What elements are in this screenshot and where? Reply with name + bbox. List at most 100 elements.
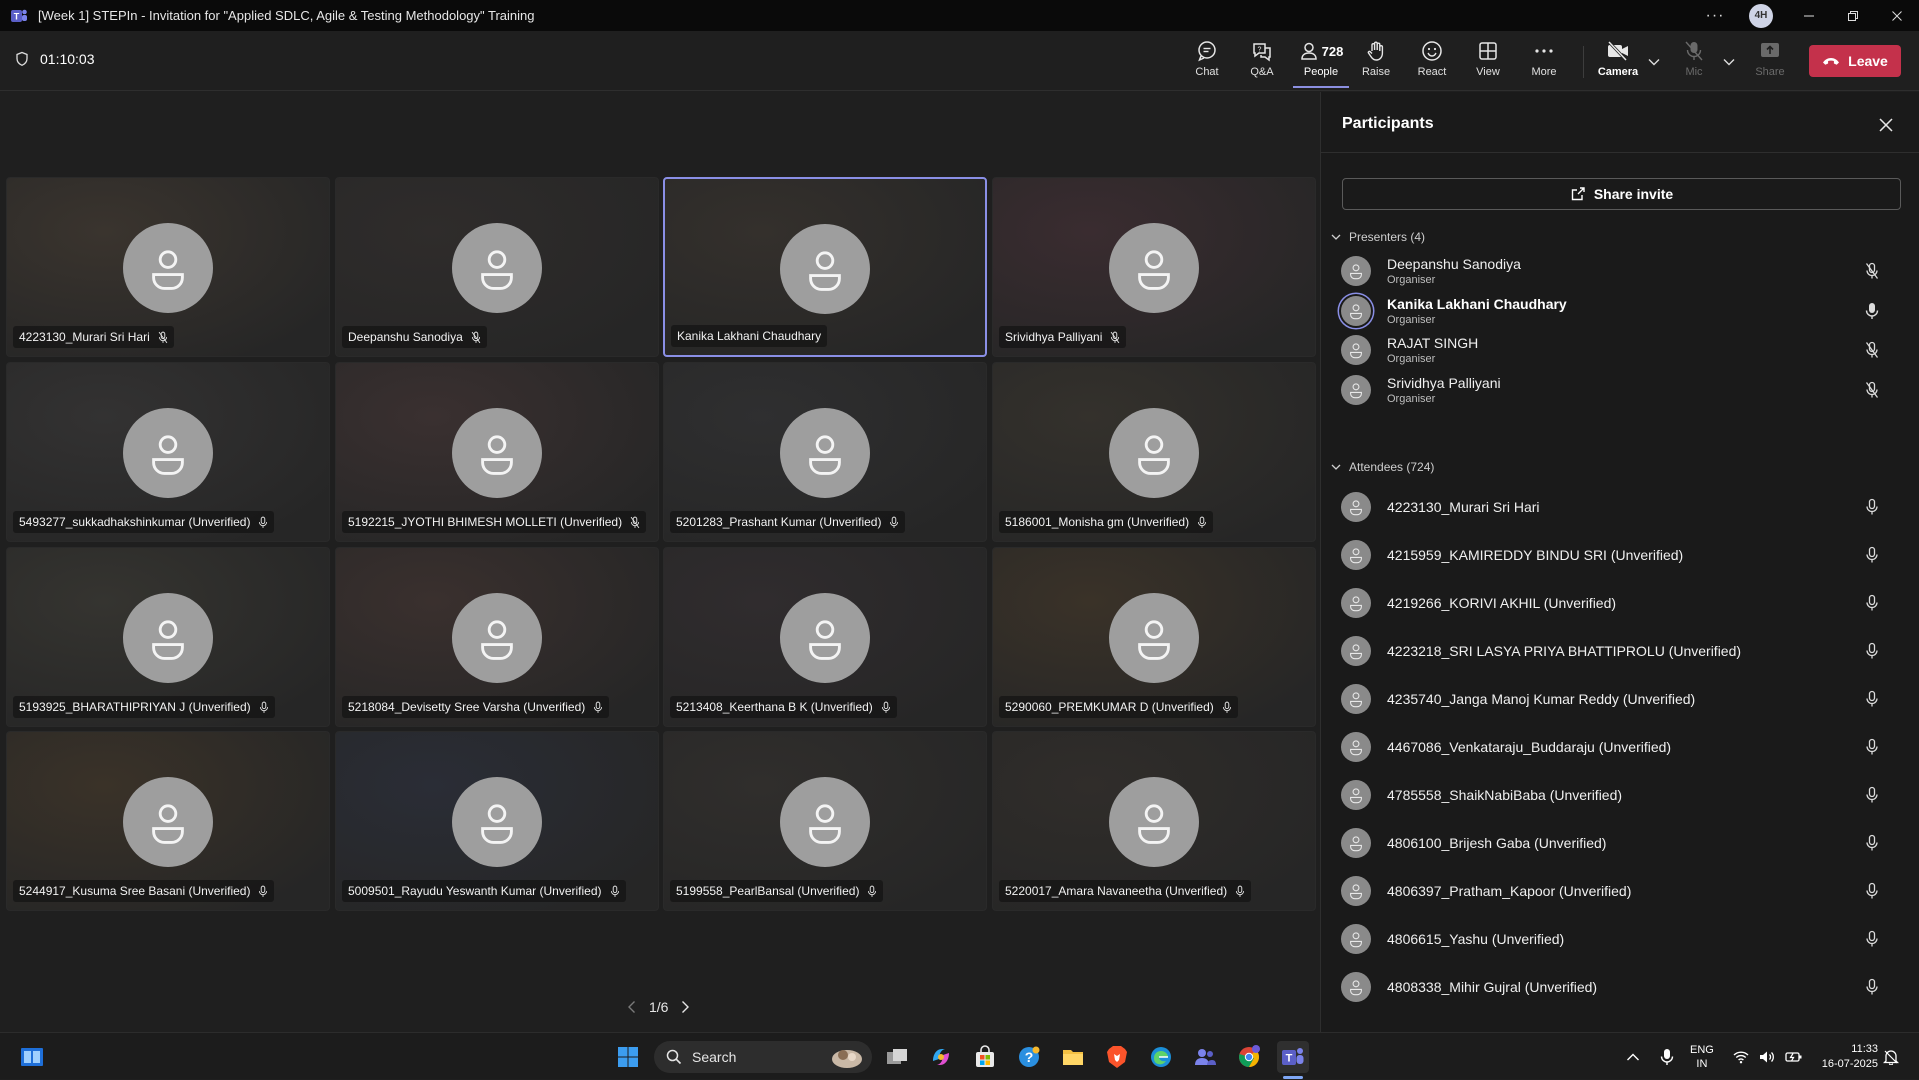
- quick-settings[interactable]: [1733, 1033, 1803, 1080]
- video-tile[interactable]: 5193925_BHARATHIPRIYAN J (Unverified): [6, 547, 330, 727]
- attendee-row[interactable]: 4215959_KAMIREDDY BINDU SRI (Unverified): [1341, 532, 1901, 578]
- store-button[interactable]: [969, 1041, 1001, 1073]
- video-tile[interactable]: 5192215_JYOTHI BHIMESH MOLLETI (Unverifi…: [335, 362, 659, 542]
- edge-browser-button[interactable]: [1145, 1041, 1177, 1073]
- chat-button[interactable]: Chat: [1181, 38, 1233, 88]
- qa-button[interactable]: ? Q&A: [1236, 38, 1288, 88]
- notification-bell-icon: [1883, 1049, 1899, 1065]
- react-button[interactable]: React: [1406, 38, 1458, 88]
- brave-lion-icon: [1107, 1046, 1127, 1068]
- attendee-row[interactable]: 4223218_SRI LASYA PRIYA BHATTIPROLU (Unv…: [1341, 628, 1901, 674]
- view-button[interactable]: View: [1462, 38, 1514, 88]
- minimize-button[interactable]: [1787, 0, 1831, 31]
- chrome-browser-button[interactable]: [1233, 1041, 1265, 1073]
- mic-options-chevron[interactable]: [1720, 53, 1738, 71]
- video-tile[interactable]: 5218084_Devisetty Sree Varsha (Unverifie…: [335, 547, 659, 727]
- people-icon: [1300, 42, 1317, 60]
- person-icon: [481, 250, 513, 290]
- teams-free-button[interactable]: [1189, 1041, 1221, 1073]
- show-hidden-icons-icon[interactable]: [1626, 1052, 1640, 1062]
- presenter-row[interactable]: Srividhya Palliyani Organiser: [1341, 367, 1901, 413]
- participant-avatar: [1341, 588, 1371, 618]
- microphone-in-use-icon[interactable]: [1660, 1048, 1674, 1066]
- video-tile[interactable]: Kanika Lakhani Chaudhary: [663, 177, 987, 357]
- presenter-role: Organiser: [1387, 392, 1436, 405]
- start-button[interactable]: [612, 1041, 644, 1073]
- attendee-row[interactable]: 4806397_Pratham_Kapoor (Unverified): [1341, 868, 1901, 914]
- restore-button[interactable]: [1831, 0, 1875, 31]
- attendee-row[interactable]: 4785558_ShaikNabiBaba (Unverified): [1341, 772, 1901, 818]
- video-tile[interactable]: Deepanshu Sanodiya: [335, 177, 659, 357]
- video-tile[interactable]: 5009501_Rayudu Yeswanth Kumar (Unverifie…: [335, 731, 659, 911]
- attendee-row[interactable]: 4219266_KORIVI AKHIL (Unverified): [1341, 580, 1901, 626]
- copilot-button[interactable]: [925, 1041, 957, 1073]
- file-explorer-button[interactable]: [1057, 1041, 1089, 1073]
- presenter-name: RAJAT SINGH: [1387, 335, 1479, 351]
- brave-browser-button[interactable]: [1101, 1041, 1133, 1073]
- close-panel-icon[interactable]: [1876, 115, 1896, 135]
- person-icon: [481, 435, 513, 475]
- mic-label: Mic: [1685, 66, 1703, 78]
- video-tile[interactable]: Srividhya Palliyani: [992, 177, 1316, 357]
- more-button[interactable]: More: [1518, 38, 1570, 88]
- presenters-label: Presenters (4): [1349, 230, 1426, 244]
- attendee-row[interactable]: 4467086_Venkataraju_Buddaraju (Unverifie…: [1341, 724, 1901, 770]
- attendees-section-header[interactable]: Attendees (724): [1331, 460, 1434, 474]
- notifications-button[interactable]: [1883, 1033, 1899, 1080]
- toolbar-divider: [1583, 46, 1584, 78]
- attendee-row[interactable]: 4223130_Murari Sri Hari: [1341, 484, 1901, 530]
- attendee-row[interactable]: 4235740_Janga Manoj Kumar Reddy (Unverif…: [1341, 676, 1901, 722]
- video-tile[interactable]: 5220017_Amara Navaneetha (Unverified): [992, 731, 1316, 911]
- task-view-button[interactable]: [881, 1041, 913, 1073]
- mic-button[interactable]: Mic: [1668, 38, 1720, 88]
- taskbar-search[interactable]: Search: [654, 1041, 872, 1073]
- get-help-button[interactable]: ?: [1013, 1041, 1045, 1073]
- leave-button[interactable]: Leave: [1809, 45, 1901, 77]
- video-tile[interactable]: 5201283_Prashant Kumar (Unverified): [663, 362, 987, 542]
- participant-avatar: [123, 593, 213, 683]
- close-window-button[interactable]: [1875, 0, 1919, 31]
- video-tile[interactable]: 5213408_Keerthana B K (Unverified): [663, 547, 987, 727]
- presenters-section-header[interactable]: Presenters (4): [1331, 230, 1425, 244]
- mic-icon: [1866, 930, 1878, 947]
- presenter-role: Organiser: [1387, 313, 1436, 326]
- participant-nameplate: 5193925_BHARATHIPRIYAN J (Unverified): [13, 696, 275, 718]
- presenter-name: Deepanshu Sanodiya: [1387, 256, 1521, 272]
- more-options-icon[interactable]: ···: [1695, 0, 1735, 31]
- participant-name: Srividhya Palliyani: [1005, 330, 1103, 344]
- person-icon: [809, 620, 841, 660]
- attendee-row[interactable]: 4806615_Yashu (Unverified): [1341, 916, 1901, 962]
- microsoft-store-icon: [976, 1045, 994, 1067]
- attendee-row[interactable]: 4808338_Mihir Gujral (Unverified): [1341, 964, 1901, 1010]
- widgets-button[interactable]: [16, 1041, 48, 1073]
- video-tile[interactable]: 5244917_Kusuma Sree Basani (Unverified): [6, 731, 330, 911]
- windows-logo-icon: [618, 1047, 638, 1067]
- user-avatar[interactable]: 4H: [1749, 3, 1773, 28]
- camera-options-chevron[interactable]: [1645, 53, 1663, 71]
- video-tile[interactable]: 5290060_PREMKUMAR D (Unverified): [992, 547, 1316, 727]
- share-invite-button[interactable]: Share invite: [1342, 178, 1901, 210]
- mic-icon: [259, 516, 268, 528]
- react-label: React: [1417, 66, 1447, 78]
- person-icon: [1350, 596, 1362, 612]
- people-button[interactable]: 728 People: [1293, 38, 1349, 88]
- participant-avatar: [1109, 223, 1199, 313]
- video-tile[interactable]: 5199558_PearlBansal (Unverified): [663, 731, 987, 911]
- raise-hand-button[interactable]: Raise: [1350, 38, 1402, 88]
- language-indicator[interactable]: ENG IN: [1690, 1043, 1714, 1071]
- share-button[interactable]: Share: [1744, 38, 1796, 88]
- camera-button[interactable]: Camera: [1592, 38, 1644, 88]
- next-page-icon[interactable]: [680, 1000, 690, 1014]
- windows-taskbar: Search ? T ENG IN 11:33 16-07-2025: [0, 1032, 1919, 1079]
- video-tile[interactable]: 4223130_Murari Sri Hari: [6, 177, 330, 357]
- leave-label: Leave: [1848, 53, 1888, 69]
- mic-icon: [1866, 738, 1878, 755]
- clock[interactable]: 11:33 16-07-2025: [1808, 1042, 1878, 1072]
- meeting-timer: 01:10:03: [14, 51, 95, 67]
- attendee-row[interactable]: 4806100_Brijesh Gaba (Unverified): [1341, 820, 1901, 866]
- task-view-icon: [887, 1049, 907, 1064]
- previous-page-icon[interactable]: [627, 1000, 637, 1014]
- video-tile[interactable]: 5186001_Monisha gm (Unverified): [992, 362, 1316, 542]
- video-tile[interactable]: 5493277_sukkadhakshinkumar (Unverified): [6, 362, 330, 542]
- teams-app-button[interactable]: T: [1277, 1041, 1309, 1073]
